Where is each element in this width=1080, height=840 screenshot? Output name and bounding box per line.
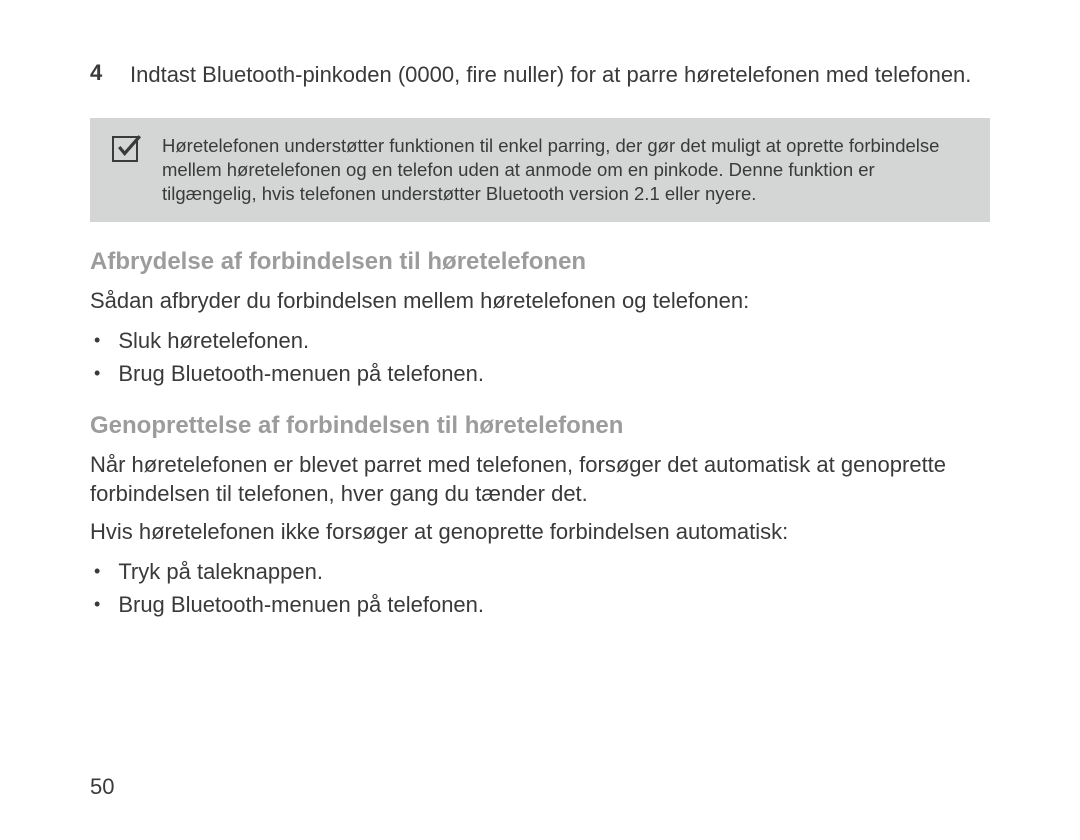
list-item: • Brug Bluetooth-menuen på telefonen. bbox=[90, 588, 990, 621]
note-text: Høretelefonen understøtter funktionen ti… bbox=[162, 134, 966, 206]
list-item-text: Tryk på taleknappen. bbox=[118, 555, 323, 588]
section-paragraph: Hvis høretelefonen ikke forsøger at geno… bbox=[90, 517, 990, 547]
step-text: Indtast Bluetooth-pinkoden (0000, fire n… bbox=[130, 60, 971, 90]
section-heading-reconnect: Genoprettelse af forbindelsen til hørete… bbox=[90, 412, 990, 440]
bullet-list-disconnect: • Sluk høretelefonen. • Brug Bluetooth-m… bbox=[90, 324, 990, 390]
bullet-icon: • bbox=[94, 357, 100, 389]
section-heading-disconnect: Afbrydelse af forbindelsen til høretelef… bbox=[90, 248, 990, 276]
bullet-icon: • bbox=[94, 555, 100, 587]
bullet-icon: • bbox=[94, 324, 100, 356]
checkmark-icon bbox=[112, 136, 138, 162]
section-intro: Sådan afbryder du forbindelsen mellem hø… bbox=[90, 286, 990, 316]
list-item-text: Brug Bluetooth-menuen på telefonen. bbox=[118, 588, 484, 621]
bullet-icon: • bbox=[94, 588, 100, 620]
list-item: • Tryk på taleknappen. bbox=[90, 555, 990, 588]
list-item: • Sluk høretelefonen. bbox=[90, 324, 990, 357]
note-box: Høretelefonen understøtter funktionen ti… bbox=[90, 118, 990, 222]
list-item-text: Brug Bluetooth-menuen på telefonen. bbox=[118, 357, 484, 390]
step-number: 4 bbox=[90, 60, 110, 90]
section-paragraph: Når høretelefonen er blevet parret med t… bbox=[90, 450, 990, 509]
page-number: 50 bbox=[90, 774, 114, 800]
bullet-list-reconnect: • Tryk på taleknappen. • Brug Bluetooth-… bbox=[90, 555, 990, 621]
list-item: • Brug Bluetooth-menuen på telefonen. bbox=[90, 357, 990, 390]
step-row: 4 Indtast Bluetooth-pinkoden (0000, fire… bbox=[90, 60, 990, 90]
list-item-text: Sluk høretelefonen. bbox=[118, 324, 309, 357]
